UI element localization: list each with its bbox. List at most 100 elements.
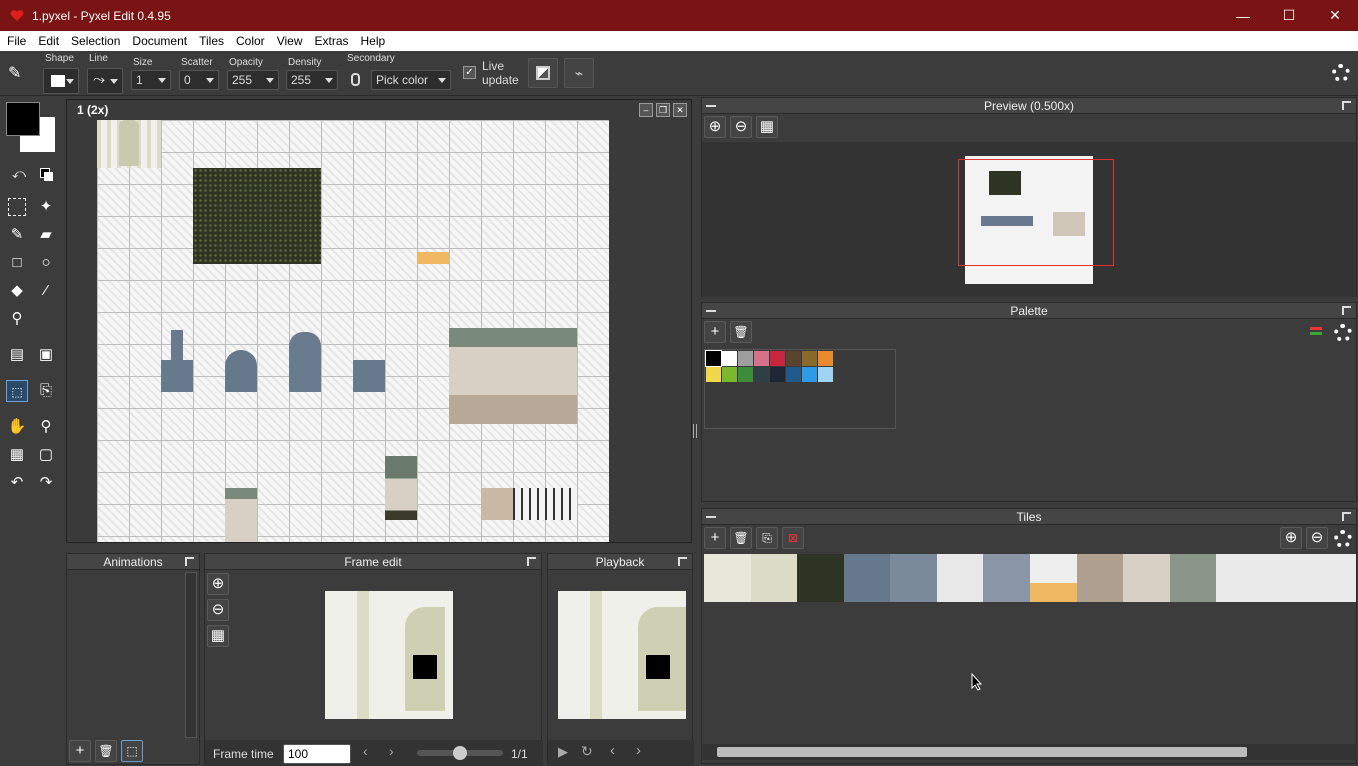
palette-color-swatch[interactable] [802, 367, 817, 382]
scrollbar-thumb[interactable] [717, 747, 1247, 757]
doc-close-button[interactable]: ✕ [673, 103, 687, 117]
play-icon[interactable]: ▶ [558, 744, 568, 760]
swap-colors-icon[interactable]: ⤺ [8, 163, 30, 185]
tile-item[interactable] [1030, 554, 1077, 602]
palette-add-icon[interactable]: + [704, 321, 726, 343]
undo-icon[interactable]: ↶ [6, 472, 28, 494]
line-select[interactable]: ⤳ [87, 68, 123, 94]
playback-next-icon[interactable]: › [636, 742, 641, 759]
palette-color-swatch[interactable] [738, 367, 753, 382]
tiles-zoom-out-icon[interactable]: ⊖ [1306, 527, 1328, 549]
tile-item[interactable] [1169, 554, 1217, 602]
tile-item[interactable] [843, 554, 891, 602]
transform-icon[interactable]: ▣ [35, 344, 57, 366]
palette-color-swatch[interactable] [738, 351, 753, 366]
tiles-duplicate-icon[interactable]: ⎘ [756, 527, 778, 549]
tile-item[interactable] [936, 554, 984, 602]
primary-color-swatch[interactable] [6, 102, 40, 136]
palette-color-swatch[interactable] [754, 367, 769, 382]
shape-select[interactable] [43, 68, 79, 94]
palette-color-swatch[interactable] [802, 351, 817, 366]
secondary-select[interactable]: Pick color [371, 70, 451, 90]
minimize-button[interactable]: — [1220, 0, 1266, 31]
density-select[interactable]: 255 [286, 70, 338, 90]
playback-pin-icon[interactable] [678, 557, 687, 566]
preview-pin-icon[interactable] [1342, 101, 1351, 110]
tiles-minimize-icon[interactable] [706, 516, 716, 518]
palette-color-swatch[interactable] [770, 351, 785, 366]
animations-scrollbar[interactable] [185, 572, 197, 738]
close-button[interactable]: ✕ [1312, 0, 1358, 31]
palette-settings-gear-icon[interactable] [1334, 324, 1352, 342]
preview-zoom-in-icon[interactable]: ⊕ [704, 116, 726, 138]
tile-item[interactable] [1076, 554, 1124, 602]
doc-minimize-button[interactable]: – [639, 103, 653, 117]
brush-icon[interactable]: ⁄ [35, 280, 57, 302]
opacity-select[interactable]: 255 [227, 70, 279, 90]
palette-color-mode-icon[interactable] [1306, 321, 1328, 343]
tile-item[interactable] [1262, 554, 1310, 602]
tiles-settings-gear-icon[interactable] [1334, 530, 1352, 548]
tile-item[interactable] [797, 554, 844, 602]
tile-item[interactable] [750, 554, 798, 602]
eraser-icon[interactable]: ▰ [35, 224, 57, 246]
preview-zoom-out-icon[interactable]: ⊖ [730, 116, 752, 138]
dither-icon[interactable]: ▤ [6, 344, 28, 366]
tile-item[interactable] [983, 554, 1031, 602]
magic-wand-icon[interactable]: ✦ [35, 196, 57, 218]
live-update-checkbox[interactable]: ✓ [463, 66, 476, 79]
maximize-button[interactable]: ☐ [1266, 0, 1312, 31]
palette-delete-icon[interactable]: 🗑 [730, 321, 752, 343]
tile-item[interactable] [1123, 554, 1170, 602]
tiles-add-icon[interactable]: + [704, 527, 726, 549]
frame-zoom-in-icon[interactable]: ⊕ [207, 573, 229, 595]
preview-minimize-icon[interactable] [706, 105, 716, 107]
palette-color-swatch[interactable] [722, 351, 737, 366]
tile-canvas[interactable] [97, 120, 609, 542]
menu-view[interactable]: View [270, 34, 308, 48]
animation-add-icon[interactable]: + [69, 740, 91, 762]
doc-restore-button[interactable]: ❐ [656, 103, 670, 117]
playback-prev-icon[interactable]: ‹ [610, 742, 615, 759]
tiles-horizontal-scrollbar[interactable] [703, 744, 1357, 760]
menu-file[interactable]: File [0, 34, 31, 48]
hand-icon[interactable]: ✋ [6, 416, 28, 438]
menu-document[interactable]: Document [125, 34, 192, 48]
palette-minimize-icon[interactable] [706, 310, 716, 312]
tiles-delete-icon[interactable]: 🗑 [730, 527, 752, 549]
loop-icon[interactable]: ↻ [581, 743, 593, 760]
rect-select-icon[interactable] [8, 198, 26, 216]
tile-stamp-icon[interactable]: ⎘ [35, 380, 57, 402]
redo-icon[interactable]: ↷ [35, 472, 57, 494]
preview-viewport-rect[interactable] [958, 159, 1114, 266]
prev-frame-icon[interactable]: ‹ [363, 743, 368, 759]
animation-delete-icon[interactable]: 🗑 [95, 740, 117, 762]
pencil-icon[interactable]: ✎ [6, 224, 28, 246]
size-select[interactable]: 1 [131, 70, 171, 90]
tile-item[interactable] [1309, 554, 1356, 602]
tile-item[interactable] [704, 554, 751, 602]
frame-time-input[interactable]: 100 [283, 744, 351, 764]
next-frame-icon[interactable]: › [389, 743, 394, 759]
animation-select-icon[interactable]: ⬚ [121, 740, 143, 762]
palette-color-swatch[interactable] [786, 351, 801, 366]
tile-grid-icon[interactable]: ▦ [6, 444, 28, 466]
frame-fit-icon[interactable]: ▦ [207, 625, 229, 647]
animations-pin-icon[interactable] [185, 557, 194, 566]
menu-edit[interactable]: Edit [31, 34, 64, 48]
tiles-zoom-in-icon[interactable]: ⊕ [1280, 527, 1302, 549]
palette-color-swatch[interactable] [818, 351, 833, 366]
frame-icon[interactable]: ▢ [35, 444, 57, 466]
frame-zoom-out-icon[interactable]: ⊖ [207, 599, 229, 621]
fill-bucket-icon[interactable]: ◆ [6, 280, 28, 302]
tiles-pin-icon[interactable] [1342, 512, 1351, 521]
palette-color-swatch[interactable] [786, 367, 801, 382]
menu-selection[interactable]: Selection [64, 34, 125, 48]
tile-select-icon[interactable]: ⬚ [6, 380, 28, 402]
menu-help[interactable]: Help [354, 34, 391, 48]
scatter-select[interactable]: 0 [179, 70, 219, 90]
rectangle-icon[interactable]: □ [6, 252, 28, 274]
pressure-button[interactable]: ⌁ [564, 58, 594, 88]
frame-preview-image[interactable] [325, 591, 453, 719]
palette-color-swatch[interactable] [722, 367, 737, 382]
